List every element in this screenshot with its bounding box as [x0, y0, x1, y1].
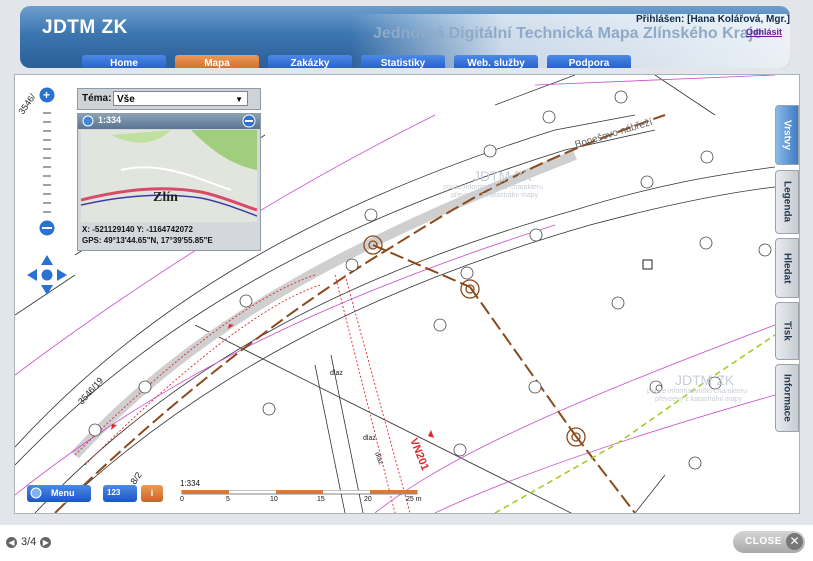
app-logo: JDTM ZK — [42, 17, 128, 38]
close-icon: ✕ — [786, 533, 803, 550]
tab-vrstvy[interactable]: Vrstvy — [775, 105, 799, 165]
pan-control[interactable] — [27, 255, 67, 295]
theme-label: Téma: — [82, 93, 112, 104]
pavement-label: dlaz — [373, 451, 384, 466]
parcel-label: 3546/19 — [76, 375, 105, 406]
watermark-title: JDTM ZK — [473, 168, 533, 184]
overview-scale: 1:334 — [98, 115, 122, 125]
theme-selector: Téma: Vše ▼ — [77, 88, 261, 110]
pavement-label: dlaz — [363, 435, 376, 442]
watermark-text: pouze informativního charakteru — [647, 388, 747, 395]
nav-zakazky[interactable]: Zakázky — [268, 55, 352, 68]
nav-mapa[interactable]: Mapa — [175, 55, 259, 68]
watermark-text: pouze informativního charakteru — [443, 184, 543, 191]
coordinates-readout: X: -521129140 Y: -1164742072 GPS: 49°13'… — [82, 225, 213, 245]
globe-icon — [82, 115, 94, 127]
pavement-label: dlaz — [330, 370, 343, 377]
collapse-icon[interactable] — [242, 114, 256, 128]
nav-statistiky[interactable]: Statistiky — [361, 55, 445, 68]
watermark-title: JDTM ZK — [675, 372, 735, 388]
overview-header: 1:334 — [78, 114, 260, 129]
next-icon[interactable]: ▶ — [40, 536, 52, 548]
numbering-button[interactable]: 123 — [103, 485, 137, 502]
parcel-label: 3546/ — [16, 92, 37, 117]
prev-icon[interactable]: ◀ — [6, 536, 17, 548]
close-button[interactable]: CLOSE ✕ — [733, 531, 805, 553]
overview-city-label: Zlín — [153, 190, 178, 205]
nav-podpora[interactable]: Podpora — [547, 55, 631, 68]
watermark-text: převzeny z katastrální mapy — [655, 396, 743, 403]
map-viewport[interactable]: Bonešovo nábřeží 3546/19 3546/ 8/2 VN201… — [14, 74, 800, 514]
zoom-control[interactable]: + — [38, 86, 56, 237]
watermark-text: převzeny z katastrální mapy — [451, 192, 539, 199]
chevron-down-icon: ▼ — [235, 95, 243, 104]
overview-map[interactable]: Zlín — [81, 130, 257, 222]
tab-hledat[interactable]: Hledat — [775, 238, 799, 298]
login-status: Přihlášen: [Hana Kolářová, Mgr.] — [636, 14, 790, 25]
nav-web-sluzby[interactable]: Web. služby — [454, 55, 538, 68]
tab-informace[interactable]: Informace — [775, 364, 799, 432]
overview-map-panel: 1:334 Zlín X: -521129140 Y: -1164742072 … — [77, 113, 261, 251]
tab-tisk[interactable]: Tisk — [775, 302, 799, 360]
vn-line-label: VN201 — [407, 437, 431, 473]
menu-button[interactable]: Menu — [27, 485, 91, 502]
gallery-pager: ◀ 3/4 ▶ — [6, 536, 52, 548]
logout-link[interactable]: Odhlásit — [746, 27, 782, 37]
theme-select[interactable]: Vše ▼ — [113, 91, 248, 106]
scale-bar: 1:334 0 5 10 15 20 25 m — [180, 479, 422, 503]
app-frame: JDTM ZK Jednotná Digitální Technická Map… — [0, 0, 813, 525]
nav-home[interactable]: Home — [82, 55, 166, 68]
parcel-label: 8/2 — [128, 470, 143, 486]
svg-text:+: + — [43, 88, 50, 102]
globe-icon — [30, 487, 42, 499]
header: JDTM ZK Jednotná Digitální Technická Map… — [20, 6, 790, 68]
street-label: Bonešovo nábřeží — [574, 117, 655, 151]
info-button[interactable]: i — [141, 485, 163, 502]
tab-legenda[interactable]: Legenda — [775, 170, 799, 234]
app-long-title: Jednotná Digitální Technická Mapa Zlínsk… — [373, 25, 763, 42]
